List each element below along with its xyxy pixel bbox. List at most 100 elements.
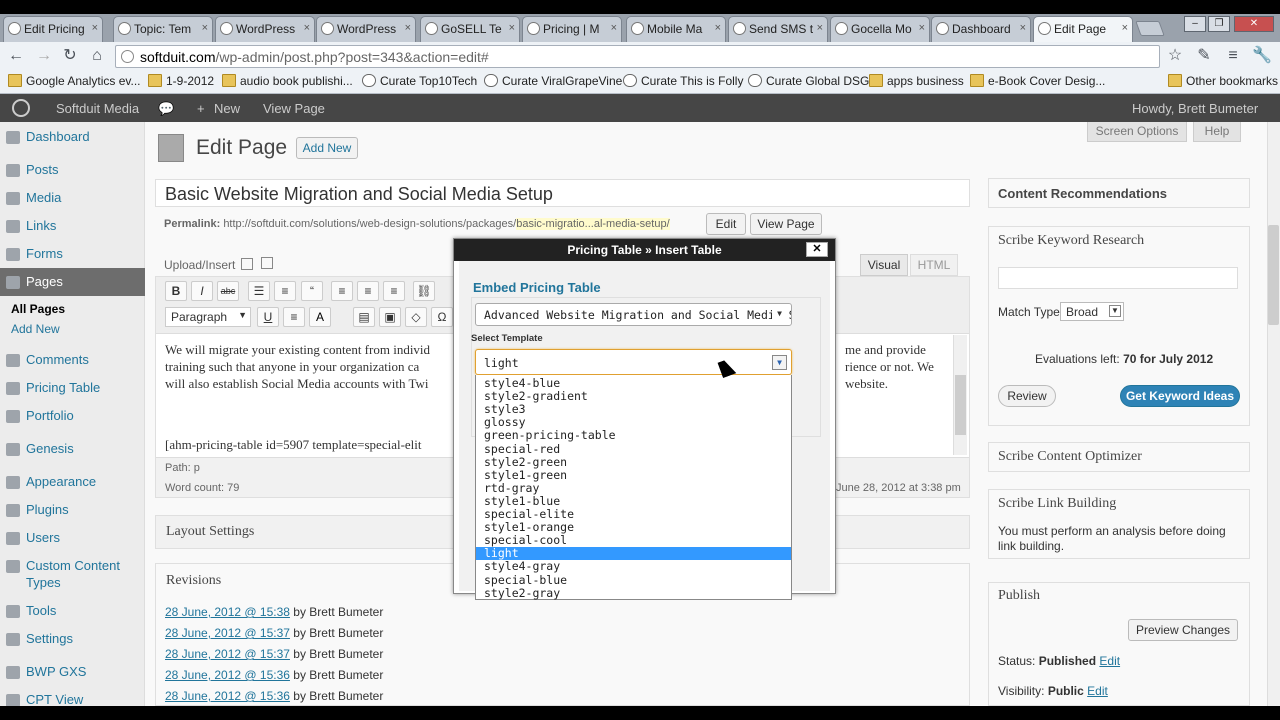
sidebar-sub-add-new[interactable]: Add New bbox=[11, 322, 60, 336]
bullet-list-icon[interactable]: ☰ bbox=[248, 281, 270, 301]
bookmark-item[interactable]: Curate This is Folly bbox=[623, 74, 743, 88]
tab-close-icon[interactable]: × bbox=[1122, 22, 1128, 34]
template-option[interactable]: rtd-gray bbox=[476, 481, 791, 495]
browser-tab[interactable]: Dashboard × bbox=[931, 16, 1031, 42]
sidebar-item-appearance[interactable]: Appearance bbox=[26, 474, 96, 489]
sidebar-sub-all-pages[interactable]: All Pages bbox=[11, 302, 65, 316]
bold-icon[interactable]: B bbox=[165, 281, 187, 301]
browser-tab[interactable]: GoSELL Te × bbox=[420, 16, 520, 42]
justify-icon[interactable]: ≡ bbox=[283, 307, 305, 327]
editor-scrollbar[interactable] bbox=[953, 335, 967, 455]
status-edit-link[interactable]: Edit bbox=[1099, 654, 1120, 668]
template-option[interactable]: style1-green bbox=[476, 468, 791, 482]
revision-link[interactable]: 28 June, 2012 @ 15:36 bbox=[165, 689, 290, 703]
close-icon[interactable]: ✕ bbox=[806, 242, 828, 257]
help-tab[interactable]: Help bbox=[1193, 122, 1241, 142]
revision-link[interactable]: 28 June, 2012 @ 15:37 bbox=[165, 626, 290, 640]
sidebar-item-portfolio[interactable]: Portfolio bbox=[26, 408, 74, 423]
tab-close-icon[interactable]: × bbox=[92, 22, 98, 34]
template-option[interactable]: green-pricing-table bbox=[476, 429, 791, 442]
home-icon[interactable]: ⌂ bbox=[86, 45, 108, 67]
template-select[interactable]: light ▼ bbox=[475, 349, 792, 375]
close-window-icon[interactable]: ✕ bbox=[1234, 16, 1274, 32]
bookmark-item[interactable]: Curate Global DSG bbox=[748, 74, 869, 88]
screen-options-tab[interactable]: Screen Options bbox=[1087, 122, 1187, 142]
add-new-button[interactable]: Add New bbox=[296, 137, 358, 159]
template-option[interactable]: style1-blue bbox=[476, 494, 791, 508]
extension-icon[interactable]: ✎ bbox=[1193, 45, 1215, 67]
keyword-input[interactable] bbox=[998, 267, 1238, 289]
template-option[interactable]: special-elite bbox=[476, 508, 791, 521]
sidebar-item-pages[interactable]: Pages bbox=[26, 274, 63, 289]
browser-tab[interactable]: WordPress × bbox=[215, 16, 315, 42]
post-title-input[interactable]: Basic Website Migration and Social Media… bbox=[155, 179, 970, 207]
browser-tab[interactable]: WordPress × bbox=[316, 16, 416, 42]
sidebar-item-bwp-gxs[interactable]: BWP GXS bbox=[26, 664, 86, 679]
paste-word-icon[interactable]: ▣ bbox=[379, 307, 401, 327]
sidebar-item-custom-content-types[interactable]: Custom Content Types bbox=[26, 557, 141, 591]
sidebar-item-tools[interactable]: Tools bbox=[26, 603, 56, 618]
forward-icon[interactable]: → bbox=[33, 45, 55, 67]
page-scrollbar[interactable] bbox=[1267, 122, 1280, 706]
page-scroll-thumb[interactable] bbox=[1268, 225, 1279, 325]
table-select[interactable]: Advanced Website Migration and Social Me… bbox=[475, 303, 792, 326]
browser-tab[interactable]: Gocella Mo × bbox=[830, 16, 930, 42]
tab-close-icon[interactable]: × bbox=[202, 22, 208, 34]
sidebar-item-pricing-table[interactable]: Pricing Table bbox=[26, 380, 100, 395]
browser-tab[interactable]: Topic: Tem × bbox=[113, 16, 213, 42]
admin-bar-howdy[interactable]: Howdy, Brett Bumeter bbox=[1132, 101, 1258, 116]
media-icon[interactable] bbox=[241, 258, 253, 270]
tab-close-icon[interactable]: × bbox=[509, 22, 515, 34]
text-color-icon[interactable]: A bbox=[309, 307, 331, 327]
tab-html[interactable]: HTML bbox=[910, 254, 958, 276]
visibility-edit-link[interactable]: Edit bbox=[1087, 684, 1108, 698]
browser-tab[interactable]: Mobile Ma × bbox=[626, 16, 726, 42]
link-icon[interactable]: ⛓ bbox=[413, 281, 435, 301]
italic-icon[interactable]: I bbox=[191, 281, 213, 301]
sidebar-item-links[interactable]: Links bbox=[26, 218, 56, 233]
sidebar-item-cpt-view[interactable]: CPT View bbox=[26, 692, 83, 706]
template-option[interactable]: style4-blue bbox=[476, 377, 791, 390]
revision-link[interactable]: 28 June, 2012 @ 15:37 bbox=[165, 647, 290, 661]
revision-link[interactable]: 28 June, 2012 @ 15:38 bbox=[165, 605, 290, 619]
template-option[interactable]: special-blue bbox=[476, 573, 791, 587]
browser-tab[interactable]: Pricing | M × bbox=[522, 16, 622, 42]
sidebar-item-forms[interactable]: Forms bbox=[26, 246, 63, 261]
wrench-icon[interactable]: 🔧 bbox=[1251, 45, 1273, 67]
number-list-icon[interactable]: ≡ bbox=[274, 281, 296, 301]
tab-visual[interactable]: Visual bbox=[860, 254, 908, 276]
sidebar-item-dashboard[interactable]: Dashboard bbox=[26, 129, 90, 144]
new-tab-button[interactable] bbox=[1135, 21, 1165, 36]
view-page-button[interactable]: View Page bbox=[750, 213, 822, 235]
blockquote-icon[interactable]: “ bbox=[301, 281, 323, 301]
admin-bar-site[interactable]: Softduit Media bbox=[56, 101, 139, 116]
sidebar-item-plugins[interactable]: Plugins bbox=[26, 502, 69, 517]
content-optimizer-title[interactable]: Scribe Content Optimizer bbox=[998, 449, 1142, 465]
preview-changes-button[interactable]: Preview Changes bbox=[1128, 619, 1238, 641]
align-right-icon[interactable]: ≡ bbox=[383, 281, 405, 301]
template-option[interactable]: style2-green bbox=[476, 455, 791, 469]
tab-close-icon[interactable]: × bbox=[304, 22, 310, 34]
keyword-research-title[interactable]: Scribe Keyword Research bbox=[998, 233, 1144, 249]
admin-bar-view-page[interactable]: View Page bbox=[263, 101, 325, 116]
restore-icon[interactable]: ❐ bbox=[1208, 16, 1230, 32]
clear-format-icon[interactable]: ◇ bbox=[405, 307, 427, 327]
gallery-icon[interactable] bbox=[261, 257, 273, 269]
bookmark-item[interactable]: apps business bbox=[869, 74, 964, 88]
tab-close-icon[interactable]: × bbox=[817, 22, 823, 34]
wordpress-logo-icon[interactable] bbox=[12, 99, 30, 117]
buffer-icon[interactable]: ≡ bbox=[1222, 45, 1244, 67]
sidebar-item-comments[interactable]: Comments bbox=[26, 352, 89, 367]
comments-icon[interactable]: 💬 bbox=[158, 101, 174, 117]
tab-close-icon[interactable]: × bbox=[611, 22, 617, 34]
template-option[interactable]: style1-orange bbox=[476, 521, 791, 534]
strikethrough-icon[interactable]: abc bbox=[217, 281, 239, 301]
review-button[interactable]: Review bbox=[998, 385, 1056, 407]
admin-bar-new[interactable]: New bbox=[214, 101, 240, 116]
bookmark-item[interactable]: Curate Top10Tech bbox=[362, 74, 477, 88]
browser-tab[interactable]: Edit Pricing × bbox=[3, 16, 103, 42]
tab-close-icon[interactable]: × bbox=[405, 22, 411, 34]
template-dropdown-list[interactable]: style4-blue style2-gradient style3 glossy gr… bbox=[475, 375, 792, 600]
sidebar-item-users[interactable]: Users bbox=[26, 530, 60, 545]
permalink-slug[interactable]: basic-migratio...al-media-setup/ bbox=[516, 218, 670, 230]
